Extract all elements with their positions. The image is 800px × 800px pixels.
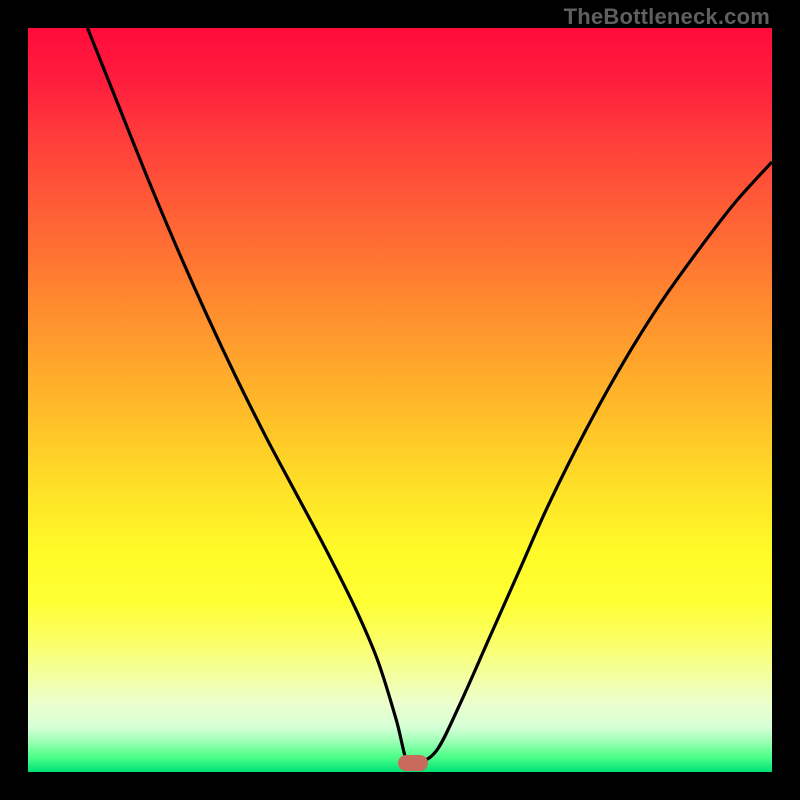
curve-svg — [28, 28, 772, 772]
plot-area — [28, 28, 772, 772]
bottleneck-curve — [88, 28, 772, 767]
attribution-text: TheBottleneck.com — [564, 4, 770, 30]
optimum-marker — [398, 755, 428, 771]
chart-frame: TheBottleneck.com — [0, 0, 800, 800]
